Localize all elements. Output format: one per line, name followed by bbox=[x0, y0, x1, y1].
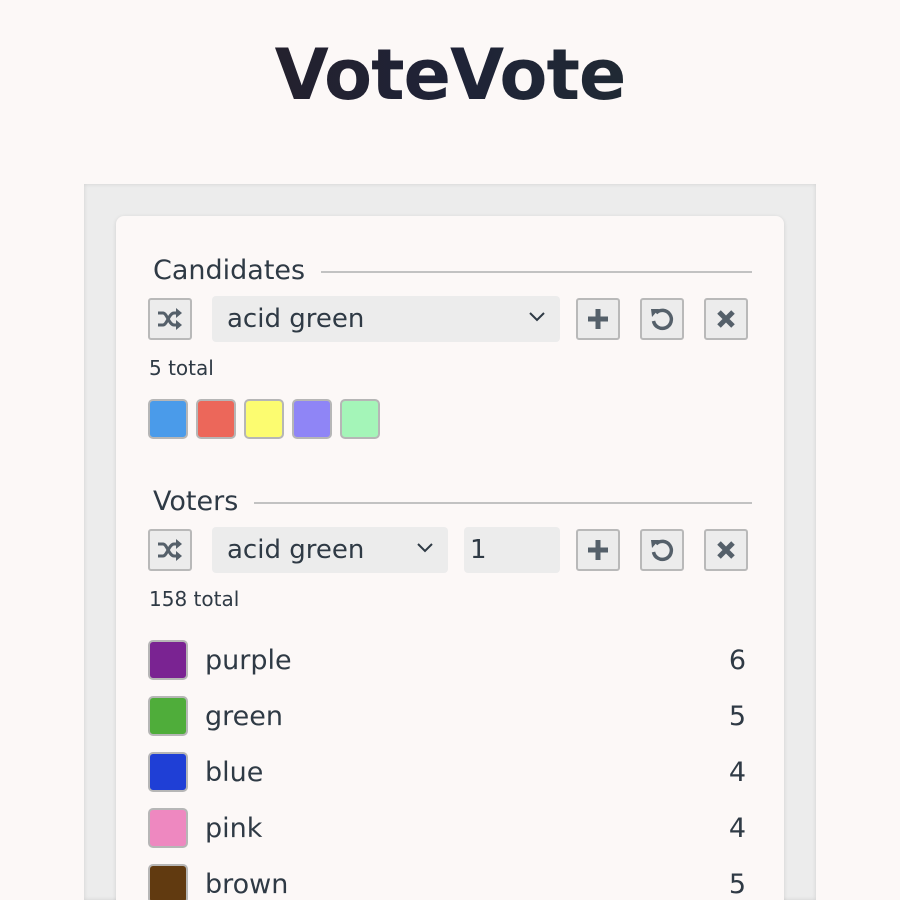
voter-name: purple bbox=[205, 644, 292, 676]
undo-icon bbox=[651, 539, 674, 562]
voter-swatch bbox=[148, 696, 188, 736]
list-item[interactable]: pink 4 bbox=[148, 800, 752, 856]
voters-quantity-input[interactable]: 1 bbox=[464, 527, 560, 573]
voter-swatch bbox=[148, 752, 188, 792]
voters-reset-button[interactable] bbox=[640, 529, 684, 571]
voter-list: purple 6 green 5 blue 4 pink 4 brown 5 bbox=[148, 632, 752, 900]
candidates-clear-button[interactable] bbox=[704, 298, 748, 340]
voters-color-select-value: acid green bbox=[227, 535, 365, 565]
candidates-divider bbox=[321, 271, 752, 273]
voter-swatch bbox=[148, 864, 188, 900]
voter-count: 4 bbox=[728, 756, 746, 788]
voter-swatch bbox=[148, 640, 188, 680]
candidates-add-button[interactable] bbox=[576, 298, 620, 340]
shuffle-icon bbox=[158, 539, 182, 561]
close-icon bbox=[717, 541, 735, 559]
plus-icon bbox=[588, 540, 608, 560]
voters-total: 158 total bbox=[149, 587, 240, 611]
app-title: VoteVote bbox=[0, 40, 900, 110]
close-icon bbox=[717, 310, 735, 328]
candidates-total: 5 total bbox=[149, 356, 214, 380]
voters-shuffle-button[interactable] bbox=[148, 529, 192, 571]
voter-count: 4 bbox=[728, 812, 746, 844]
voters-controls: acid green 1 bbox=[148, 527, 752, 573]
voters-color-select[interactable]: acid green bbox=[212, 527, 448, 573]
candidates-reset-button[interactable] bbox=[640, 298, 684, 340]
list-item[interactable]: green 5 bbox=[148, 688, 752, 744]
voter-count: 5 bbox=[728, 700, 746, 732]
voters-add-button[interactable] bbox=[576, 529, 620, 571]
page: VoteVote Candidates acid green 5 total V… bbox=[0, 0, 900, 900]
shuffle-icon bbox=[158, 308, 182, 330]
candidates-header: Candidates bbox=[153, 252, 752, 288]
list-item[interactable]: purple 6 bbox=[148, 632, 752, 688]
candidate-swatches bbox=[148, 399, 380, 439]
voters-quantity-value: 1 bbox=[470, 535, 487, 565]
undo-icon bbox=[651, 308, 674, 331]
candidate-swatch[interactable] bbox=[148, 399, 188, 439]
voter-swatch bbox=[148, 808, 188, 848]
voters-header: Voters bbox=[153, 483, 752, 519]
voter-name: brown bbox=[205, 868, 289, 900]
voter-name: pink bbox=[205, 812, 263, 844]
candidate-swatch[interactable] bbox=[196, 399, 236, 439]
list-item[interactable]: brown 5 bbox=[148, 856, 752, 900]
candidates-heading: Candidates bbox=[153, 254, 306, 286]
voter-name: green bbox=[205, 700, 283, 732]
candidates-controls: acid green bbox=[148, 296, 752, 342]
settings-card: Candidates acid green 5 total Voters aci… bbox=[116, 216, 784, 900]
plus-icon bbox=[588, 309, 608, 329]
candidate-swatch[interactable] bbox=[340, 399, 380, 439]
candidates-color-select[interactable]: acid green bbox=[212, 296, 560, 342]
voters-clear-button[interactable] bbox=[704, 529, 748, 571]
voter-name: blue bbox=[205, 756, 264, 788]
list-item[interactable]: blue 4 bbox=[148, 744, 752, 800]
chevron-down-icon bbox=[417, 543, 433, 553]
candidates-color-select-value: acid green bbox=[227, 304, 365, 334]
voters-divider bbox=[254, 502, 752, 504]
voters-heading: Voters bbox=[153, 485, 239, 517]
candidate-swatch[interactable] bbox=[292, 399, 332, 439]
candidates-shuffle-button[interactable] bbox=[148, 298, 192, 340]
voter-count: 6 bbox=[728, 644, 746, 676]
voter-count: 5 bbox=[728, 868, 746, 900]
candidate-swatch[interactable] bbox=[244, 399, 284, 439]
chevron-down-icon bbox=[529, 312, 545, 322]
